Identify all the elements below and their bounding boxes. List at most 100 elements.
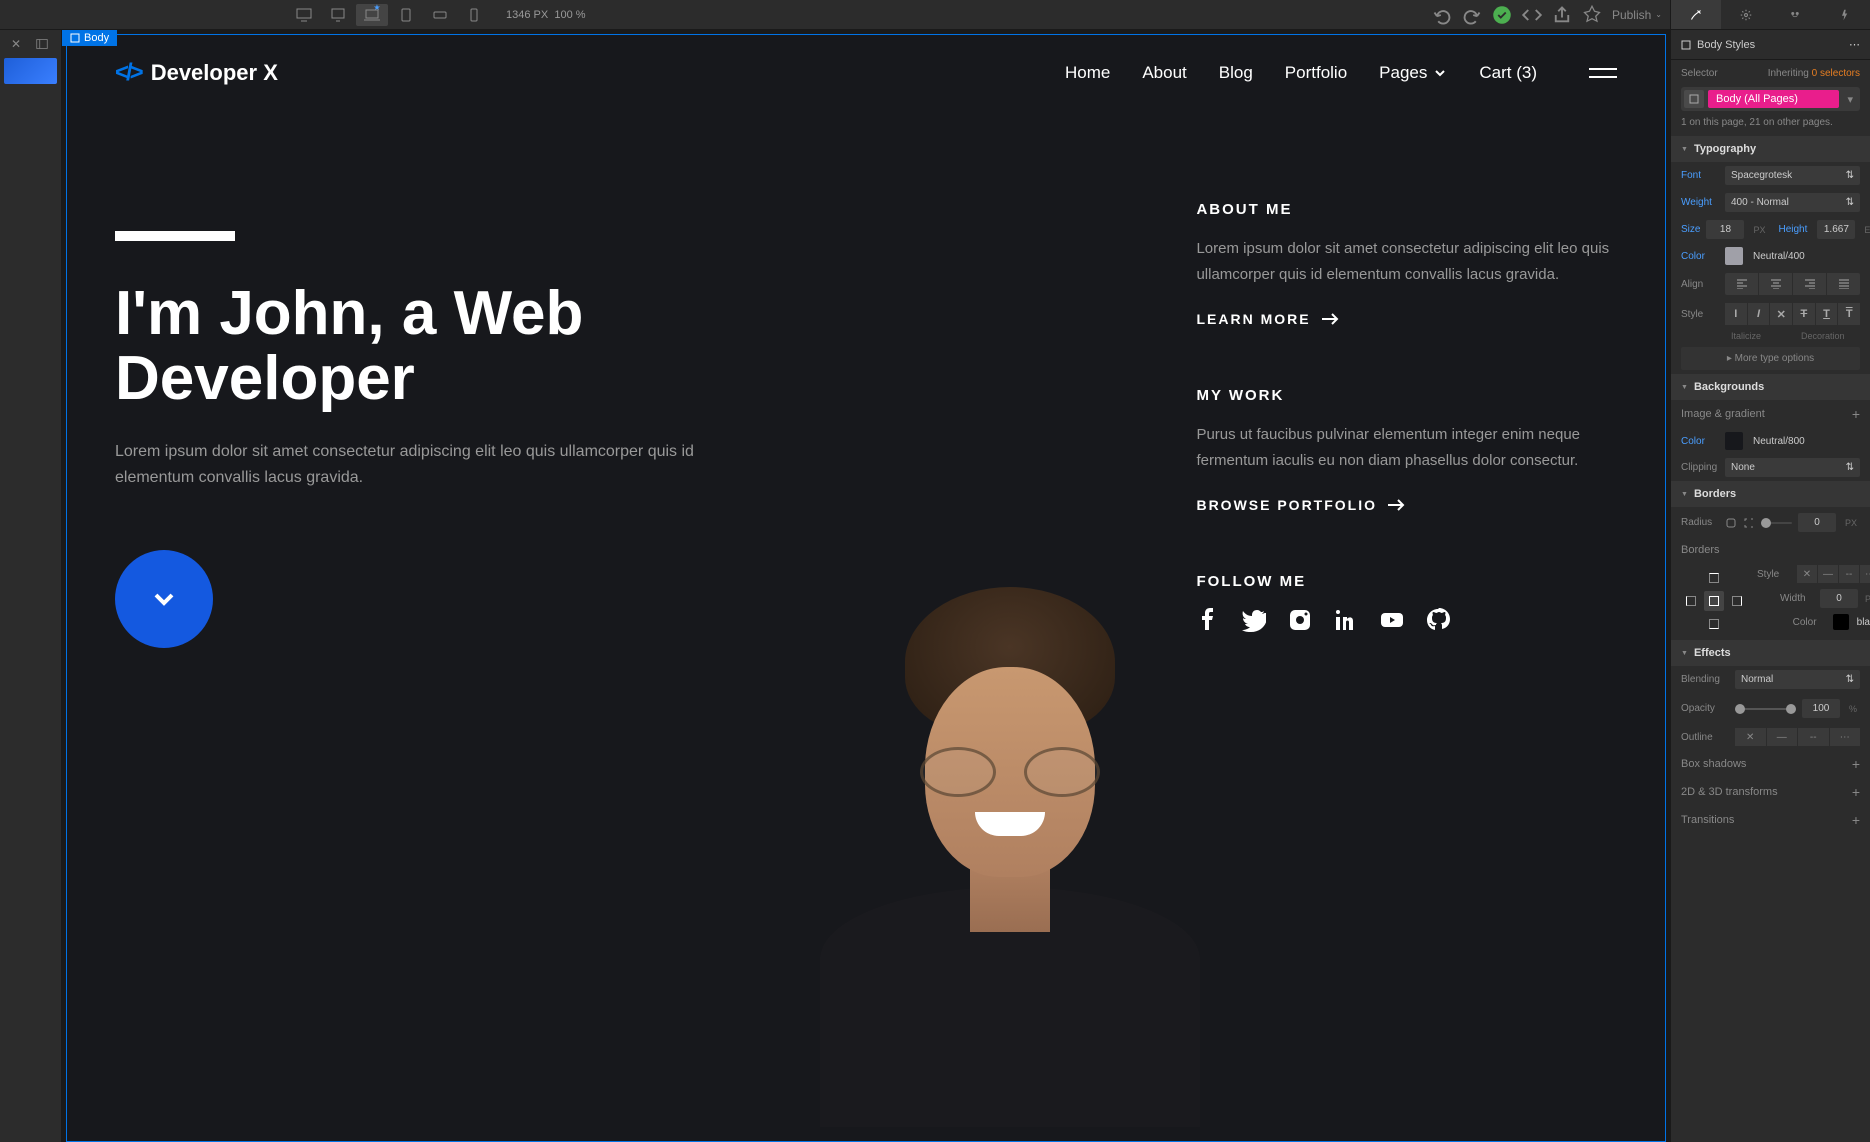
- border-left[interactable]: [1681, 591, 1701, 611]
- border-color-swatch[interactable]: [1833, 614, 1849, 630]
- outline-dashed[interactable]: --: [1798, 728, 1829, 746]
- github-icon[interactable]: [1426, 608, 1450, 632]
- radius-individual-icon[interactable]: [1743, 517, 1755, 529]
- decoration-none[interactable]: ✕: [1770, 303, 1792, 325]
- audit-icon[interactable]: [1582, 5, 1602, 25]
- opacity-input[interactable]: [1802, 699, 1840, 718]
- align-center[interactable]: [1759, 273, 1792, 295]
- radius-input[interactable]: [1798, 513, 1836, 532]
- hero-description[interactable]: Lorem ipsum dolor sit amet consectetur a…: [115, 439, 746, 490]
- accent-bar: [115, 231, 235, 241]
- more-icon[interactable]: ⋯: [1849, 38, 1860, 51]
- border-dotted[interactable]: ⋯: [1860, 565, 1870, 583]
- tab-style[interactable]: [1671, 0, 1721, 30]
- chevron-down-icon[interactable]: ▾: [1843, 93, 1857, 106]
- close-icon[interactable]: ✕: [4, 34, 28, 54]
- publish-button[interactable]: Publish ⌄: [1612, 8, 1662, 22]
- decoration-underline[interactable]: T: [1816, 303, 1838, 325]
- arrow-right-icon: [1387, 499, 1405, 511]
- device-mobile-landscape[interactable]: [424, 4, 456, 26]
- style-italic[interactable]: I: [1748, 303, 1770, 325]
- nav-portfolio[interactable]: Portfolio: [1285, 63, 1347, 83]
- device-laptop[interactable]: ★: [356, 4, 388, 26]
- site-nav: Home About Blog Portfolio Pages Cart (3): [1065, 63, 1617, 83]
- left-sidebar: ✕: [0, 30, 62, 1142]
- element-icon: [1684, 90, 1704, 108]
- site-logo[interactable]: </> Developer X: [115, 59, 278, 87]
- style-panel: Body Styles ⋯ Selector Inheriting 0 sele…: [1670, 30, 1870, 1142]
- border-none[interactable]: ✕: [1797, 565, 1817, 583]
- outline-solid[interactable]: —: [1767, 728, 1798, 746]
- device-tablet[interactable]: [390, 4, 422, 26]
- decoration-overline[interactable]: T: [1838, 303, 1860, 325]
- code-icon[interactable]: [1522, 5, 1542, 25]
- chevron-down-icon: [148, 583, 180, 615]
- redo-icon[interactable]: [1462, 5, 1482, 25]
- youtube-icon[interactable]: [1380, 608, 1404, 632]
- status-saved-icon[interactable]: [1492, 5, 1512, 25]
- align-left[interactable]: [1725, 273, 1758, 295]
- nav-cart[interactable]: Cart (3): [1479, 63, 1537, 83]
- selector-input[interactable]: Body (All Pages) ▾: [1681, 87, 1860, 111]
- nav-home[interactable]: Home: [1065, 63, 1110, 83]
- style-regular[interactable]: I: [1725, 303, 1747, 325]
- tab-settings[interactable]: [1721, 0, 1771, 30]
- radius-all-icon[interactable]: [1725, 517, 1737, 529]
- page-thumbnail[interactable]: [4, 58, 57, 84]
- hero-image[interactable]: [674, 213, 1345, 1127]
- outline-none[interactable]: ✕: [1735, 728, 1766, 746]
- line-height-input[interactable]: [1817, 220, 1855, 239]
- add-background[interactable]: +: [1852, 406, 1860, 422]
- nav-pages[interactable]: Pages: [1379, 63, 1447, 83]
- section-typography[interactable]: Typography: [1671, 136, 1870, 162]
- font-select[interactable]: Spacegrotesk⇅: [1725, 166, 1860, 185]
- export-icon[interactable]: [1552, 5, 1572, 25]
- device-desktop[interactable]: [322, 4, 354, 26]
- section-effects[interactable]: Effects: [1671, 640, 1870, 666]
- selected-element-tag[interactable]: Body: [62, 30, 117, 46]
- clipping-select[interactable]: None⇅: [1725, 458, 1860, 477]
- align-right[interactable]: [1793, 273, 1826, 295]
- more-type-options[interactable]: ▸ More type options: [1681, 347, 1860, 370]
- selector-tag[interactable]: Body (All Pages): [1708, 90, 1839, 108]
- scroll-down-button[interactable]: [115, 550, 213, 648]
- section-borders[interactable]: Borders: [1671, 481, 1870, 507]
- design-canvas[interactable]: </> Developer X Home About Blog Portfoli…: [66, 34, 1666, 1142]
- radius-slider[interactable]: [1761, 522, 1792, 524]
- section-backgrounds[interactable]: Backgrounds: [1671, 374, 1870, 400]
- add-shadow[interactable]: +: [1852, 756, 1860, 772]
- top-toolbar: ★ 1346 PX 100 % Publish ⌄: [0, 0, 1870, 30]
- blending-select[interactable]: Normal⇅: [1735, 670, 1860, 689]
- selector-label: Selector: [1681, 68, 1718, 79]
- align-justify[interactable]: [1827, 273, 1860, 295]
- bg-color-swatch[interactable]: [1725, 432, 1743, 450]
- hero-title[interactable]: I'm John, a Web Developer: [115, 281, 746, 411]
- logo-icon: </>: [115, 59, 141, 87]
- weight-select[interactable]: 400 - Normal⇅: [1725, 193, 1860, 212]
- border-solid[interactable]: —: [1818, 565, 1838, 583]
- device-mobile[interactable]: [458, 4, 490, 26]
- nav-about[interactable]: About: [1142, 63, 1186, 83]
- tab-style-manager[interactable]: [1771, 0, 1821, 30]
- border-width-input[interactable]: [1820, 589, 1858, 608]
- add-transform[interactable]: +: [1852, 784, 1860, 800]
- border-dashed[interactable]: --: [1839, 565, 1859, 583]
- menu-icon[interactable]: [1589, 68, 1617, 78]
- text-color-swatch[interactable]: [1725, 247, 1743, 265]
- outline-dotted[interactable]: ⋯: [1830, 728, 1861, 746]
- canvas-area: Body </> Developer X Home About Blog Por…: [62, 30, 1670, 1142]
- font-size-input[interactable]: [1706, 220, 1744, 239]
- border-bottom[interactable]: [1704, 614, 1724, 634]
- nav-blog[interactable]: Blog: [1219, 63, 1253, 83]
- tab-interactions[interactable]: [1820, 0, 1870, 30]
- border-right[interactable]: [1727, 591, 1747, 611]
- undo-icon[interactable]: [1432, 5, 1452, 25]
- device-desktop-xl[interactable]: [288, 4, 320, 26]
- panel-toggle-icon[interactable]: [30, 34, 54, 54]
- inheriting-info[interactable]: Inheriting 0 selectors: [1768, 68, 1860, 79]
- add-transition[interactable]: +: [1852, 812, 1860, 828]
- border-top[interactable]: [1704, 568, 1724, 588]
- border-all[interactable]: [1704, 591, 1724, 611]
- opacity-slider[interactable]: [1735, 708, 1796, 710]
- decoration-strike[interactable]: T: [1793, 303, 1815, 325]
